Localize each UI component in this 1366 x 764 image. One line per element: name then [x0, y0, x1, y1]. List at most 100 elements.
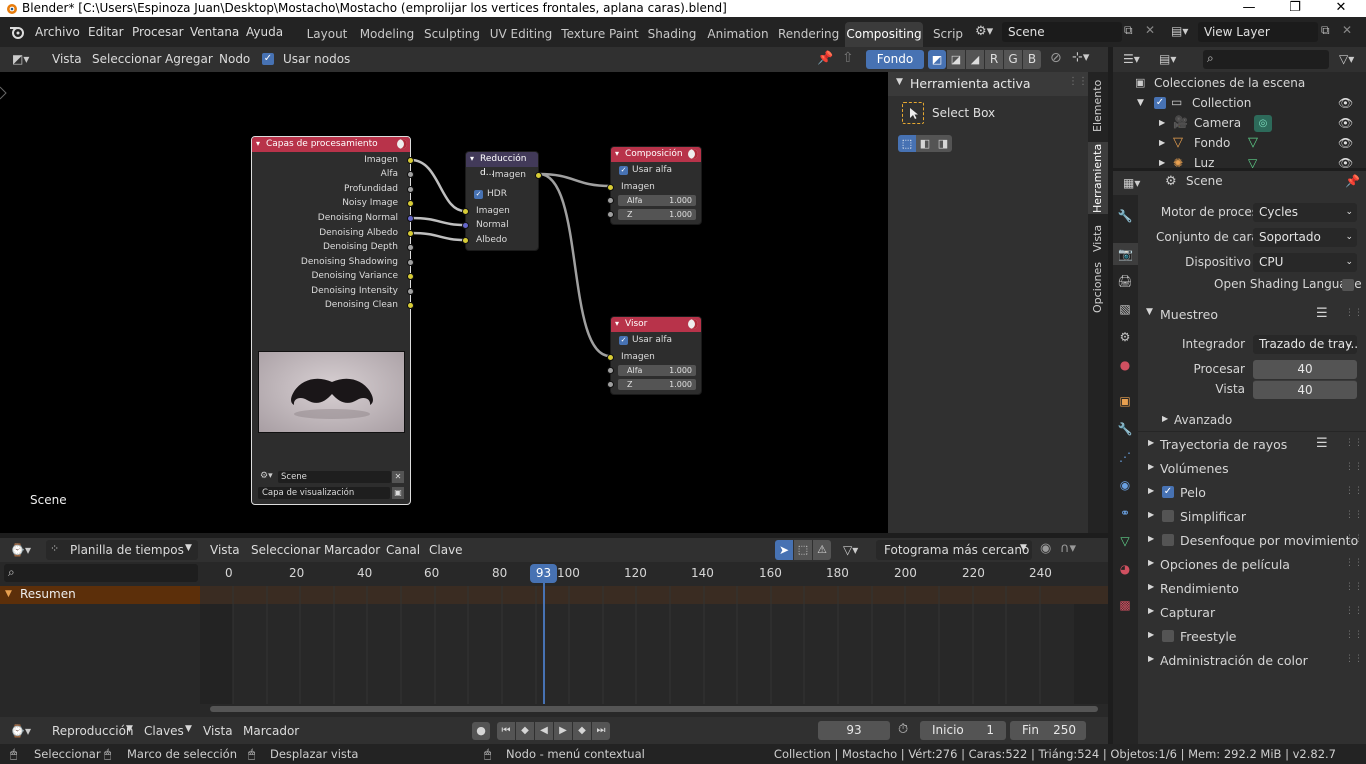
render-samples-field[interactable]: 40 [1253, 360, 1357, 379]
section-volumenes[interactable]: Volúmenes [1160, 461, 1229, 476]
play-icon[interactable]: ▶ [554, 722, 572, 740]
scene-tab-icon[interactable]: ⚙ [1117, 329, 1133, 345]
new-viewlayer-icon[interactable]: ⧉ [1321, 23, 1330, 38]
drag-handle-icon[interactable]: ⋮⋮ [1345, 486, 1363, 496]
select-box-tool-icon[interactable] [902, 102, 924, 124]
modifier-tab-icon[interactable]: 🔧 [1117, 421, 1133, 437]
viewer-node[interactable]: Visor ✓ Usar alfa Imagen Alfa1.000 Z1.00… [607, 316, 702, 395]
node-editor-canvas[interactable]: Capas de procesamiento Imagen Alfa Profu… [0, 72, 888, 533]
constraints-tab-icon[interactable]: ⚭ [1117, 505, 1133, 521]
timeline-area[interactable]: ⌕ 0 20 40 60 80 100 120 140 160 180 200 … [0, 562, 1108, 717]
composite-node[interactable]: Composición ✓ Usar alfa Imagen Alfa1.000… [607, 146, 702, 225]
filter-icon[interactable]: ▽▾ [843, 540, 858, 560]
socket-noisy[interactable] [407, 200, 414, 207]
properties-editor-icon[interactable]: ▦▾ [1123, 173, 1140, 193]
camera-expand-icon[interactable]: ▶ [1159, 118, 1165, 127]
texture-tab-icon[interactable]: ▩ [1117, 597, 1133, 613]
tool-tab-icon[interactable]: 🔧 [1117, 208, 1133, 224]
keying-dropdown[interactable]: Claves [144, 721, 184, 741]
scene-selector-icon[interactable]: ⚙▾ [975, 24, 993, 39]
composite-use-alpha-checkbox[interactable]: ✓ [619, 166, 628, 175]
properties-pin-icon[interactable]: 📌 [1345, 174, 1360, 188]
denoise-node-header[interactable]: Reducción d... [466, 152, 538, 178]
minimize-button[interactable]: — [1226, 0, 1272, 17]
socket-denoising-shadowing[interactable] [407, 259, 414, 266]
backdrop-color-alpha-icon[interactable]: ◩ [928, 50, 946, 69]
render-layers-node[interactable]: Capas de procesamiento Imagen Alfa Profu… [251, 136, 414, 505]
socket-denoising-albedo[interactable] [407, 230, 414, 237]
socket-denoising-intensity[interactable] [407, 288, 414, 295]
section-pelo[interactable]: Pelo [1180, 485, 1206, 500]
tab-modeling[interactable]: Modeling [358, 22, 416, 46]
start-frame-field[interactable]: Inicio 1 [920, 721, 1006, 740]
collection-checkbox[interactable]: ✓ [1154, 97, 1166, 109]
blender-menu-icon[interactable] [9, 25, 25, 39]
drag-handle-icon[interactable]: ⋮⋮ [1345, 534, 1363, 544]
falloff-icon[interactable]: ∩▾ [1060, 541, 1076, 556]
viewer-use-alpha-checkbox[interactable]: ✓ [619, 336, 628, 345]
composite-node-header[interactable]: Composición [611, 147, 701, 162]
drag-handle-icon[interactable]: ⋮⋮ [1345, 510, 1363, 520]
outliner-item-camera[interactable]: Camera [1194, 116, 1241, 130]
render-tab-icon[interactable]: 📷 [1113, 243, 1138, 265]
select-subtract-mode-icon[interactable]: ◨ [934, 135, 952, 152]
composite-render-icon[interactable] [688, 149, 698, 159]
use-nodes-checkbox[interactable]: ✓ [262, 53, 274, 65]
viewer-z-field[interactable]: Z 1.000 [618, 379, 696, 390]
physics-tab-icon[interactable]: ◉ [1117, 477, 1133, 493]
editor-type-icon[interactable]: ◩▾ [12, 49, 29, 69]
proportional-edit-icon[interactable]: ◉ [1040, 541, 1051, 556]
drag-handle-icon[interactable]: ⋮⋮ [1068, 76, 1088, 87]
menu-ventana[interactable]: Ventana [188, 22, 241, 42]
play-reverse-icon[interactable]: ◀ [535, 722, 553, 740]
render-engine-dropdown[interactable]: Cycles ⌄ [1253, 203, 1357, 222]
osl-checkbox[interactable] [1342, 279, 1354, 291]
channel-r-button[interactable]: R [985, 50, 1003, 69]
socket-imagen[interactable] [407, 157, 414, 164]
expand-icon[interactable]: ▶ [1148, 510, 1154, 519]
expand-icon[interactable]: ▶ [1148, 534, 1154, 543]
drag-handle-icon[interactable]: ⋮⋮ [1345, 654, 1363, 664]
drag-handle-icon[interactable]: ⋮⋮ [1345, 558, 1363, 568]
channel-g-button[interactable]: G [1004, 50, 1022, 69]
node-menu-agregar[interactable]: Agregar [165, 49, 213, 69]
fondo-visibility-icon[interactable]: 👁 [1338, 136, 1353, 150]
expand-icon[interactable]: ▶ [1148, 630, 1154, 639]
outliner-search-input[interactable]: ⌕ [1203, 50, 1329, 69]
only-selected-icon[interactable]: ➤ [775, 540, 793, 560]
luz-visibility-icon[interactable]: 👁 [1338, 156, 1353, 168]
timeline-menu-canal[interactable]: Canal [386, 540, 420, 560]
drag-handle-icon[interactable]: ⋮⋮ [1345, 582, 1363, 592]
feature-set-dropdown[interactable]: Soportado ⌄ [1253, 228, 1357, 247]
socket-profundidad[interactable] [407, 186, 414, 193]
expand-icon[interactable]: ▶ [1148, 438, 1154, 447]
drag-handle-icon[interactable]: ⋮⋮ [1345, 462, 1363, 472]
advanced-expand-icon[interactable]: ▶ [1162, 414, 1168, 423]
light-paths-presets-icon[interactable]: ☰ [1316, 436, 1328, 451]
composite-alpha-field[interactable]: Alfa 1.000 [618, 195, 696, 206]
expand-icon[interactable]: ▶ [1148, 462, 1154, 471]
timeline-menu-clave[interactable]: Clave [429, 540, 463, 560]
viewlayer-name-field[interactable]: View Layer [1198, 22, 1318, 42]
display-mode-icon[interactable]: ▤▾ [1159, 49, 1176, 69]
render-icon[interactable] [397, 139, 407, 149]
viewer-render-icon[interactable] [688, 319, 698, 329]
timeline-menu-vista[interactable]: Vista [210, 540, 240, 560]
active-tool-section[interactable]: ▼ Herramienta activa ⋮⋮ [888, 72, 1088, 96]
hdr-checkbox[interactable]: ✓ [474, 190, 483, 199]
prev-keyframe-icon[interactable]: ◆ [516, 722, 534, 740]
preview-range-icon[interactable]: ⏱ [898, 722, 908, 737]
only-errors-icon[interactable]: ⚠ [813, 540, 831, 560]
node-menu-vista[interactable]: Vista [52, 49, 82, 69]
denoise-node[interactable]: Reducción d... Imagen ✓ HDR Imagen Norma… [462, 151, 542, 251]
composite-socket-z[interactable] [607, 211, 614, 218]
snap-icon[interactable]: ⊘ [1050, 50, 1062, 66]
select-new-mode-icon[interactable]: ⬚ [898, 135, 916, 152]
maximize-button[interactable]: ❐ [1272, 0, 1318, 17]
timeline-mode-dropdown[interactable]: ⁘ Planilla de tiempos ▼ [46, 540, 198, 560]
composite-z-field[interactable]: Z 1.000 [618, 209, 696, 220]
collection-expand-icon[interactable]: ▼ [1137, 98, 1144, 108]
tab-animation[interactable]: Animation [705, 22, 771, 46]
summary-channel[interactable]: ▼ Resumen [0, 586, 200, 604]
section-color[interactable]: Administración de color [1160, 653, 1308, 668]
